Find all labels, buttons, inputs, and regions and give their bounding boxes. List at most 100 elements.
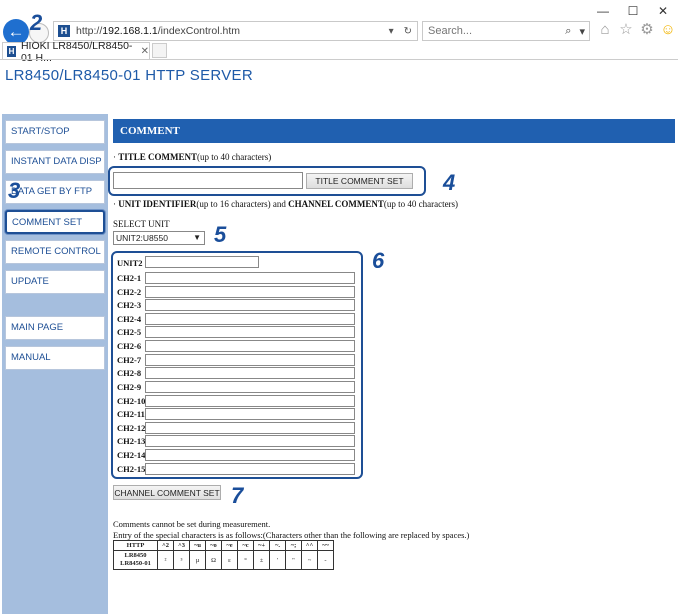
sidebar-item-instant-data-disp[interactable]: INSTANT DATA DISP [5, 150, 105, 174]
back-arrow-icon: ← [7, 22, 25, 41]
channel-comment-input[interactable] [145, 286, 355, 298]
channel-comment-input[interactable] [145, 272, 355, 284]
channel-comment-input[interactable] [145, 340, 355, 352]
table-header-cell: ~; [285, 540, 302, 551]
title-comment-input[interactable] [113, 172, 303, 189]
callout-4: 4 [443, 170, 456, 195]
table-cell: ε [221, 550, 238, 570]
channel-comment-input[interactable] [145, 435, 355, 447]
address-bar[interactable]: H http://192.168.1.1/indexControl.htm ▾ … [53, 21, 418, 41]
channel-comment-input[interactable] [145, 354, 355, 366]
search-icon[interactable]: ⌕ [561, 25, 575, 38]
unit-select-value: UNIT2:U8550 [116, 233, 168, 243]
close-tab-icon[interactable]: ✕ [141, 46, 149, 57]
table-cell: µ [189, 550, 206, 570]
sidebar-item-manual[interactable]: MANUAL [5, 346, 105, 370]
home-icon[interactable]: ⌂ [596, 21, 614, 39]
unit-identifier-label: · UNIT IDENTIFIER(up to 16 characters) a… [113, 199, 459, 209]
sidebar-item-remote-control[interactable]: REMOTE CONTROL [5, 240, 105, 264]
minimize-button[interactable]: — [588, 2, 618, 20]
title-comment-set-button[interactable]: TITLE COMMENT SET [306, 173, 413, 189]
channel-comment-input[interactable] [145, 422, 355, 434]
table-cell: Ω [205, 550, 222, 570]
unit-select-dropdown[interactable]: UNIT2:U8550 ▼ [113, 231, 205, 245]
table-cell: ~ [301, 550, 318, 570]
select-unit-label: SELECT UNIT [113, 219, 170, 229]
channel-comment-input[interactable] [145, 326, 355, 338]
table-row-head: LR8450 LR8450-01 [113, 550, 158, 570]
measurement-note: Comments cannot be set during measuremen… [113, 519, 271, 529]
toolbar-icons: ⌂ ☆ ⚙ ☺ [596, 21, 677, 39]
table-header-cell: HTTP [113, 540, 158, 551]
close-window-button[interactable]: ✕ [648, 2, 678, 20]
sidebar-item-comment-set[interactable]: COMMENT SET [5, 210, 105, 234]
hioki-favicon-icon: H [58, 25, 70, 37]
new-tab-button[interactable] [152, 43, 167, 58]
feedback-smiley-icon[interactable]: ☺ [659, 21, 677, 39]
channel-row-label: CH2-12 [117, 423, 146, 433]
search-dropdown-icon[interactable]: ▾ [384, 26, 399, 37]
title-comment-label: · TITLE COMMENT(up to 40 characters) [113, 152, 272, 162]
search-dropdown-icon[interactable]: ▾ [575, 25, 589, 38]
channel-row-label: CH2-11 [117, 409, 145, 419]
table-header-row: HTTP ^2 ^3 ~u ~o ~e ~c ~+ ~. ~; ^^ ~~ [113, 540, 334, 551]
callout-3: 3 [8, 178, 21, 203]
table-header-cell: ~. [269, 540, 286, 551]
sidebar-item-update[interactable]: UPDATE [5, 270, 105, 294]
table-header-cell: ~e [221, 540, 238, 551]
channel-row-label: CH2-9 [117, 382, 142, 392]
page-title: LR8450/LR8450-01 HTTP SERVER [5, 67, 253, 84]
channel-row-label: CH2-8 [117, 368, 142, 378]
comment-section-header: COMMENT [113, 119, 675, 143]
table-cell: ³ [173, 550, 190, 570]
table-cell: ' [269, 550, 286, 570]
channel-row-label: CH2-5 [117, 327, 142, 337]
special-characters-note: Entry of the special characters is as fo… [113, 530, 470, 540]
chevron-down-icon: ▼ [193, 233, 201, 242]
maximize-button[interactable]: ☐ [618, 2, 648, 20]
table-header-cell: ^2 [157, 540, 174, 551]
table-header-cell: ~+ [253, 540, 270, 551]
channel-comment-input[interactable] [145, 395, 355, 407]
channel-row-label: CH2-3 [117, 300, 142, 310]
table-cell: " [285, 550, 302, 570]
channel-comment-set-button[interactable]: CHANNEL COMMENT SET [113, 485, 221, 500]
window-controls: — ☐ ✕ [588, 2, 678, 20]
channel-row-label: CH2-7 [117, 355, 142, 365]
search-box[interactable]: ⌕ ▾ [422, 21, 590, 41]
tab-divider [0, 59, 678, 60]
callout-7: 7 [231, 483, 244, 508]
table-header-cell: ~o [205, 540, 222, 551]
channel-comment-input[interactable] [145, 313, 355, 325]
sidebar-item-main-page[interactable]: MAIN PAGE [5, 316, 105, 340]
table-cell: ± [253, 550, 270, 570]
table-header-cell: ~~ [317, 540, 334, 551]
gear-icon[interactable]: ⚙ [638, 21, 656, 39]
hioki-favicon-icon: H [7, 46, 16, 57]
table-header-cell: ~c [237, 540, 254, 551]
unit-row-label: UNIT2 [117, 258, 143, 268]
search-input[interactable] [428, 25, 562, 37]
favorites-star-icon[interactable]: ☆ [617, 21, 635, 39]
channel-row-label: CH2-1 [117, 273, 142, 283]
channel-row-label: CH2-4 [117, 314, 142, 324]
channel-comment-input[interactable] [145, 299, 355, 311]
refresh-icon[interactable]: ↻ [399, 26, 417, 37]
table-header-cell: ^3 [173, 540, 190, 551]
callout-5: 5 [214, 222, 227, 247]
channel-comment-input[interactable] [145, 449, 355, 461]
table-cell: ° [237, 550, 254, 570]
channel-row-label: CH2-6 [117, 341, 142, 351]
channel-row-label: CH2-14 [117, 450, 146, 460]
channel-comment-input[interactable] [145, 408, 355, 420]
channel-row-label: CH2-2 [117, 287, 142, 297]
channel-row-label: CH2-10 [117, 396, 146, 406]
sidebar-item-start-stop[interactable]: START/STOP [5, 120, 105, 144]
callout-2: 2 [30, 10, 43, 35]
channel-comment-input[interactable] [145, 463, 355, 475]
channel-comment-input[interactable] [145, 367, 355, 379]
channel-comment-input[interactable] [145, 381, 355, 393]
address-url: http://192.168.1.1/indexControl.htm [76, 25, 241, 37]
browser-tab[interactable]: H HIOKI LR8450/LR8450-01 H... ✕ [2, 40, 150, 64]
unit-identifier-input[interactable] [145, 256, 259, 268]
